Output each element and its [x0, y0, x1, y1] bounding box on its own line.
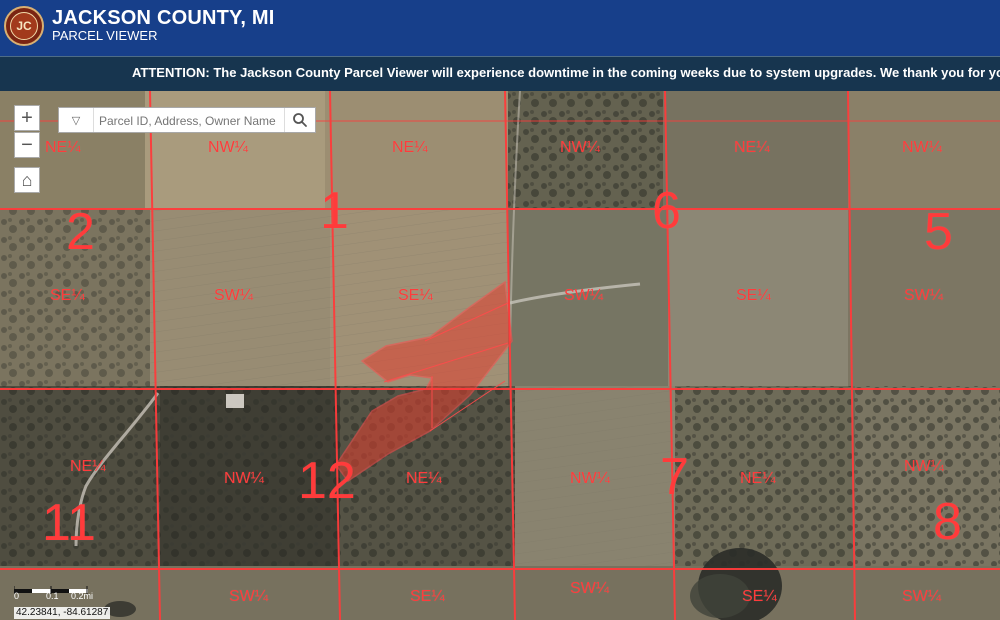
- parcel-search-input[interactable]: [97, 111, 281, 131]
- map-canvas[interactable]: NE¼ NW¼ NE¼ NW¼ NE¼ NW¼ 1 2 6 5 SE¼ SW¼ …: [0, 91, 1000, 620]
- section-number-7: 7: [660, 448, 689, 506]
- scale-label-mid: 0.1: [46, 591, 59, 601]
- zoom-in-button[interactable]: +: [14, 105, 40, 131]
- quarter-label-ne: NE¼: [406, 470, 442, 487]
- search-button[interactable]: [284, 108, 315, 132]
- app-header: JC JACKSON COUNTY, MI PARCEL VIEWER: [0, 0, 1000, 56]
- app-title: JACKSON COUNTY, MI: [52, 7, 275, 29]
- quarter-label-sw: SW¼: [564, 287, 604, 304]
- map-scale-bar: 0 0.1 0.2mi: [13, 582, 93, 601]
- scale-label-0: 0: [14, 591, 20, 601]
- section-number-8: 8: [933, 493, 962, 551]
- attention-banner-text: ATTENTION: The Jackson County Parcel Vie…: [132, 65, 1000, 80]
- section-number-2: 2: [66, 203, 95, 261]
- quarter-label-sw: SW¼: [229, 588, 269, 605]
- section-number-1: 1: [320, 182, 349, 240]
- county-seal[interactable]: JC: [4, 6, 44, 46]
- quarter-label-se: SE¼: [50, 287, 85, 304]
- aerial-map-svg[interactable]: [0, 91, 1000, 620]
- quarter-label-se: SE¼: [742, 588, 777, 605]
- section-number-6: 6: [652, 182, 681, 240]
- quarter-label-nw: NW¼: [902, 139, 942, 156]
- quarter-label-se: SE¼: [398, 287, 433, 304]
- quarter-label-sw: SW¼: [904, 287, 944, 304]
- quarter-label-ne: NE¼: [734, 139, 770, 156]
- quarter-label-sw: SW¼: [902, 588, 942, 605]
- quarter-label-ne: NE¼: [45, 139, 81, 156]
- section-number-11: 11: [42, 494, 96, 552]
- search-icon: [293, 113, 307, 127]
- zoom-out-button[interactable]: −: [14, 132, 40, 158]
- section-number-5: 5: [924, 203, 953, 261]
- quarter-label-nw: NW¼: [904, 458, 944, 475]
- search-type-dropdown-icon[interactable]: ▽: [59, 108, 94, 132]
- quarter-label-ne: NE¼: [70, 458, 106, 475]
- quarter-label-sw: SW¼: [570, 580, 610, 597]
- quarter-label-nw: NW¼: [570, 470, 610, 487]
- quarter-label-nw: NW¼: [208, 139, 248, 156]
- home-button[interactable]: ⌂: [14, 167, 40, 193]
- quarter-label-ne: NE¼: [392, 139, 428, 156]
- section-number-12: 12: [298, 452, 356, 510]
- quarter-label-se: SE¼: [736, 287, 771, 304]
- quarter-label-nw: NW¼: [224, 470, 264, 487]
- quarter-label-nw: NW¼: [560, 139, 600, 156]
- attention-banner: ATTENTION: The Jackson County Parcel Vie…: [0, 56, 1000, 91]
- quarter-label-sw: SW¼: [214, 287, 254, 304]
- quarter-label-se: SE¼: [410, 588, 445, 605]
- quarter-label-ne: NE¼: [740, 470, 776, 487]
- coordinate-readout: 42.23841, -84.61287: [14, 607, 111, 619]
- app-subtitle: PARCEL VIEWER: [52, 28, 158, 43]
- county-seal-icon: JC: [10, 12, 38, 40]
- building: [226, 394, 244, 408]
- parcel-search-bar: ▽: [58, 107, 316, 133]
- scale-label-right: 0.2mi: [71, 591, 94, 601]
